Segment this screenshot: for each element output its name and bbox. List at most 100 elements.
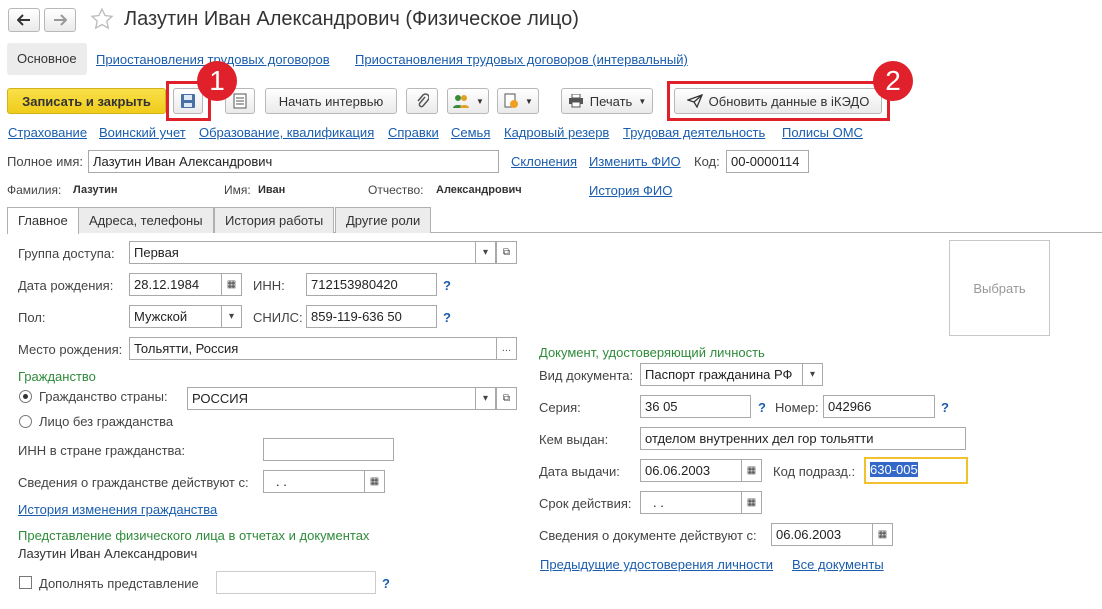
inn-help-icon[interactable]: ?: [443, 278, 451, 293]
full-name-input[interactable]: Лазутин Иван Александрович: [88, 150, 499, 173]
document-create-icon: [504, 93, 519, 108]
series-input[interactable]: 36 05: [640, 395, 751, 418]
fio-history-link[interactable]: История ФИО: [589, 183, 672, 198]
tab-suspensions-interval[interactable]: Приостановления трудовых договоров (инте…: [355, 52, 688, 67]
link-education[interactable]: Образование, квалификация: [199, 125, 374, 140]
code-input[interactable]: 00-0000114: [726, 150, 809, 173]
arrow-right-icon: [54, 14, 67, 26]
surname-label: Фамилия:: [7, 183, 62, 197]
tab-other-roles[interactable]: Другие роли: [335, 207, 432, 233]
photo-placeholder[interactable]: Выбрать: [949, 240, 1050, 336]
dropdown-arrow-icon[interactable]: ▾: [802, 364, 822, 385]
supplement-input[interactable]: [216, 571, 376, 594]
issued-by-label: Кем выдан:: [539, 432, 609, 447]
birth-date-input[interactable]: 28.12.1984 ▦: [129, 273, 242, 296]
birth-place-label: Место рождения:: [18, 342, 123, 357]
snils-help-icon[interactable]: ?: [443, 310, 451, 325]
doc-type-value: Паспорт гражданина РФ: [645, 367, 793, 382]
users-icon: [453, 95, 470, 108]
dropdown-arrow-icon[interactable]: ▾: [475, 242, 496, 263]
link-reserve[interactable]: Кадровый резерв: [504, 125, 609, 140]
representation-header: Представление физического лица в отчетах…: [18, 528, 370, 543]
dept-code-input[interactable]: 630-005: [864, 457, 968, 484]
doc-type-select[interactable]: Паспорт гражданина РФ ▾: [640, 363, 823, 386]
series-help-icon[interactable]: ?: [758, 400, 766, 415]
citizenship-history-link[interactable]: История изменения гражданства: [18, 502, 217, 517]
forward-button[interactable]: [44, 8, 76, 32]
validity-label: Срок действия:: [539, 496, 632, 511]
inn-input[interactable]: 712153980420: [306, 273, 437, 296]
birth-place-value: Тольятти, Россия: [134, 341, 239, 356]
open-icon[interactable]: ⧉: [496, 388, 516, 409]
document-header: Документ, удостоверяющий личность: [539, 345, 765, 360]
save-and-close-button[interactable]: Записать и закрыть: [7, 88, 166, 114]
citizen-country-radio[interactable]: [19, 390, 32, 403]
tab-addresses[interactable]: Адреса, телефоны: [78, 207, 214, 233]
document-list-icon: [233, 93, 247, 109]
badge-2: 2: [873, 61, 913, 101]
number-input[interactable]: 042966: [823, 395, 935, 418]
calendar-icon[interactable]: ▦: [741, 460, 761, 481]
attach-button[interactable]: [406, 88, 438, 114]
calendar-icon[interactable]: ▦: [364, 471, 384, 492]
issued-by-input[interactable]: отделом внутренних дел гор тольятти: [640, 427, 966, 450]
doc-valid-input[interactable]: 06.06.2003 ▦: [771, 523, 893, 546]
validity-value: . .: [653, 495, 664, 510]
issue-date-input[interactable]: 06.06.2003 ▦: [640, 459, 762, 482]
link-military[interactable]: Воинский учет: [99, 125, 186, 140]
link-certificates[interactable]: Справки: [388, 125, 439, 140]
validity-input[interactable]: . . ▦: [640, 491, 762, 514]
tab-main[interactable]: Основное: [7, 43, 87, 75]
chevron-down-icon: ▼: [525, 96, 533, 106]
users-dropdown-button[interactable]: ▼: [447, 88, 489, 114]
doc-valid-value: 06.06.2003: [776, 527, 842, 542]
link-oms-policies[interactable]: Полисы ОМС: [782, 125, 863, 140]
calendar-icon[interactable]: ▦: [741, 492, 761, 513]
arrow-left-icon: [17, 14, 30, 26]
patronymic-value: Александрович: [436, 184, 522, 196]
link-insurance[interactable]: Страхование: [8, 125, 87, 140]
access-group-select[interactable]: Первая ▾ ⧉: [129, 241, 517, 264]
start-interview-button[interactable]: Начать интервью: [265, 88, 397, 114]
badge-1: 1: [197, 61, 237, 101]
documents-dropdown-button[interactable]: ▼: [497, 88, 539, 114]
window-title: Лазутин Иван Александрович (Физическое л…: [124, 8, 579, 30]
change-fio-link[interactable]: Изменить ФИО: [589, 154, 681, 169]
more-icon[interactable]: …: [496, 338, 516, 359]
all-docs-link[interactable]: Все документы: [792, 557, 884, 572]
dept-code-value: 630-005: [870, 462, 918, 477]
surname-value: Лазутин: [73, 184, 118, 196]
dropdown-arrow-icon[interactable]: ▾: [475, 388, 496, 409]
declensions-link[interactable]: Склонения: [511, 154, 577, 169]
dept-code-label: Код подразд.:: [773, 464, 856, 479]
print-button[interactable]: Печать ▼: [561, 88, 653, 114]
birth-place-input[interactable]: Тольятти, Россия …: [129, 337, 517, 360]
back-button[interactable]: [8, 8, 40, 32]
inn-label: ИНН:: [253, 278, 285, 293]
open-icon[interactable]: ⧉: [496, 242, 516, 263]
prev-docs-link[interactable]: Предыдущие удостоверения личности: [540, 557, 773, 572]
full-name-label: Полное имя:: [7, 154, 83, 169]
dropdown-arrow-icon[interactable]: ▾: [221, 306, 241, 327]
link-family[interactable]: Семья: [451, 125, 490, 140]
tab-general[interactable]: Главное: [7, 207, 79, 234]
number-help-icon[interactable]: ?: [941, 400, 949, 415]
supplement-help-icon[interactable]: ?: [382, 576, 390, 591]
foreign-inn-input[interactable]: [263, 438, 394, 461]
citizenship-valid-input[interactable]: . . ▦: [263, 470, 385, 493]
citizen-country-label: Гражданство страны:: [39, 389, 168, 404]
citizen-country-select[interactable]: РОССИЯ ▾ ⧉: [187, 387, 517, 410]
snils-input[interactable]: 859-119-636 50: [306, 305, 437, 328]
name-value: Иван: [258, 184, 286, 196]
tab-work-history[interactable]: История работы: [214, 207, 335, 233]
gender-select[interactable]: Мужской ▾: [129, 305, 242, 328]
stateless-radio[interactable]: [19, 415, 32, 428]
calendar-icon[interactable]: ▦: [221, 274, 241, 295]
code-label: Код:: [694, 154, 720, 169]
access-group-value: Первая: [134, 245, 179, 260]
issue-date-label: Дата выдачи:: [539, 464, 620, 479]
favorite-star-icon[interactable]: [90, 7, 114, 34]
link-work-activity[interactable]: Трудовая деятельность: [623, 125, 765, 140]
calendar-icon[interactable]: ▦: [872, 524, 892, 545]
supplement-checkbox[interactable]: [19, 576, 32, 589]
